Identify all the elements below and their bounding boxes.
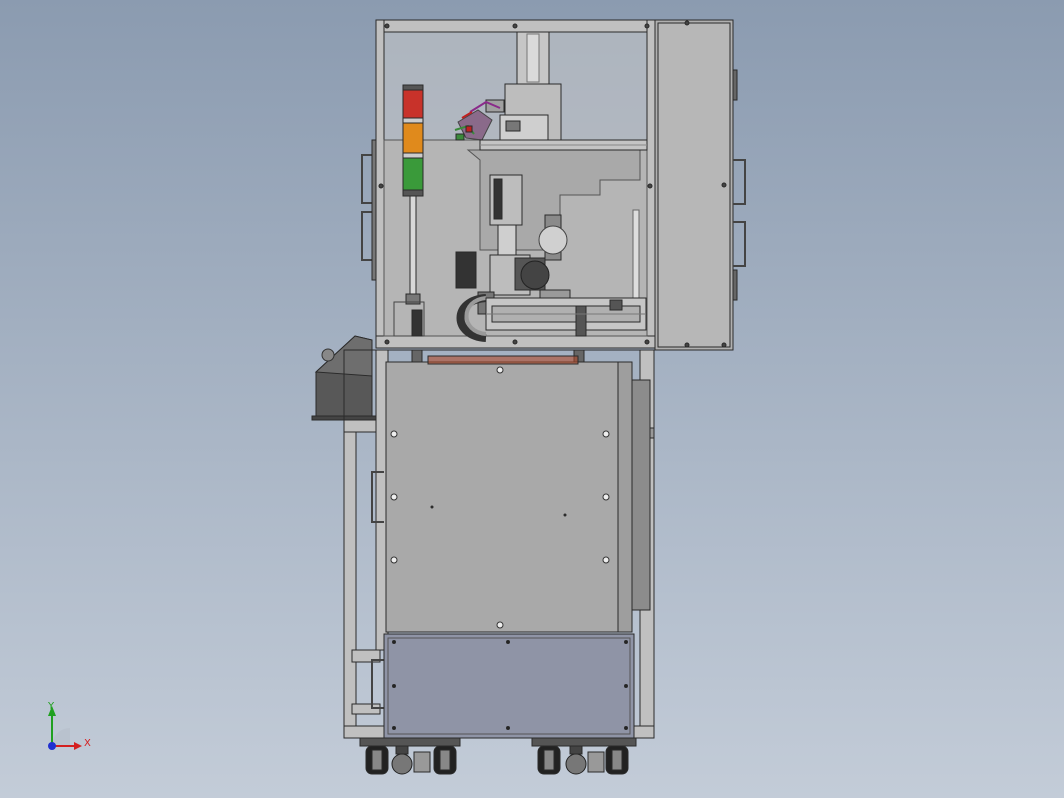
right-panel-handle-lower bbox=[733, 221, 746, 267]
lower-handle-bottom bbox=[371, 659, 384, 709]
leveling-foot bbox=[391, 745, 413, 775]
linear-rail bbox=[479, 139, 648, 151]
leveling-foot bbox=[565, 745, 587, 775]
casters bbox=[359, 737, 637, 775]
cad-viewport[interactable]: Y X bbox=[0, 0, 1064, 798]
stack-light-amber bbox=[402, 122, 424, 154]
right-panel-handle-upper bbox=[733, 159, 746, 205]
left-hinge-strip bbox=[371, 139, 377, 281]
caster-wheel bbox=[433, 745, 457, 775]
stack-light-red bbox=[402, 89, 424, 119]
coordinate-triad bbox=[48, 706, 82, 750]
caster-wheel bbox=[537, 745, 561, 775]
right-side-panel bbox=[654, 19, 738, 351]
triad-x-label: X bbox=[84, 738, 91, 749]
stack-light-green bbox=[402, 157, 424, 191]
triad-z-axis bbox=[48, 742, 56, 750]
caster-wheel bbox=[605, 745, 629, 775]
machine-model bbox=[48, 19, 746, 775]
triad-y-label: Y bbox=[48, 701, 55, 712]
cabinet-door bbox=[385, 355, 651, 633]
caster-wheel bbox=[365, 745, 389, 775]
base-panel bbox=[383, 633, 635, 739]
